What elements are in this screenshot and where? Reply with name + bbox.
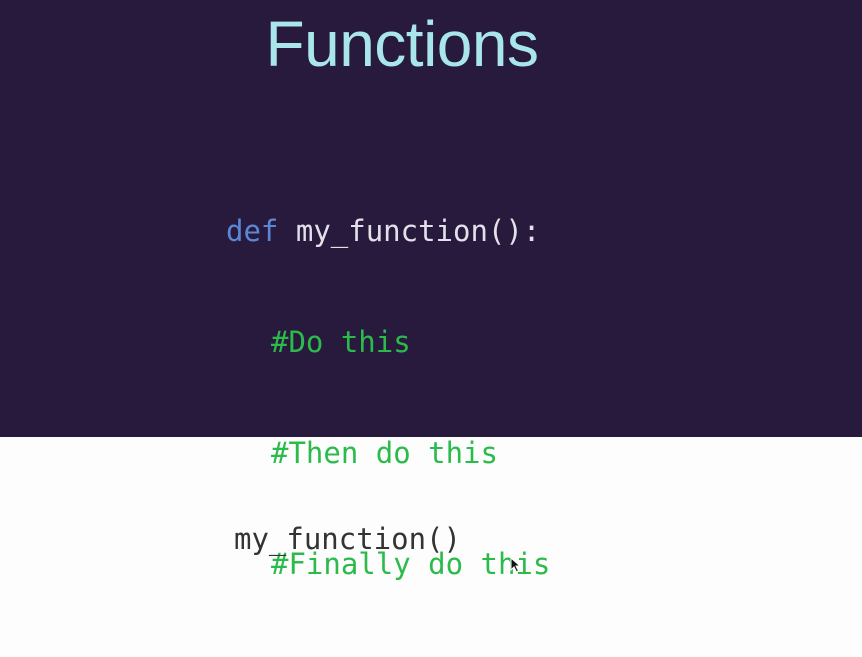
code-line-comment: #Do this xyxy=(226,324,550,361)
function-signature: my_function(): xyxy=(295,214,541,248)
def-keyword: def xyxy=(226,214,279,248)
slide-panel: Functions def my_function(): #Do this #T… xyxy=(0,0,862,581)
slide-title: Functions xyxy=(265,8,539,80)
code-line-comment: #Then do this xyxy=(226,435,550,472)
code-block: def my_function(): #Do this #Then do thi… xyxy=(226,139,550,657)
code-line-def: def my_function(): xyxy=(226,213,550,250)
comment-do-this: #Do this xyxy=(271,325,411,359)
function-call-text: my_function() xyxy=(234,522,461,556)
mouse-pointer-icon xyxy=(510,557,522,573)
comment-then-do-this: #Then do this xyxy=(271,436,498,470)
